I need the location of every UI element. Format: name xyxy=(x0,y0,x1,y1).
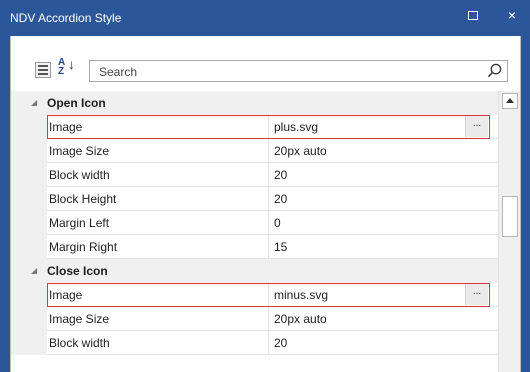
search-input[interactable]: Search xyxy=(89,60,508,82)
property-row[interactable]: Block width 20 xyxy=(11,163,498,187)
title-bar: NDV Accordion Style × xyxy=(0,0,530,36)
collapse-icon[interactable]: ◢ xyxy=(31,98,37,107)
highlight-box xyxy=(47,115,490,139)
property-value[interactable]: 20 xyxy=(274,192,287,206)
property-row[interactable]: Image Size 20px auto xyxy=(11,307,498,331)
window-title: NDV Accordion Style xyxy=(10,11,122,25)
property-panel: A Z ↓ Search ◢ Open Icon Image plus.svg … xyxy=(10,36,521,372)
property-row-close-image[interactable]: Image minus.svg ... xyxy=(11,283,498,307)
property-value[interactable]: 20px auto xyxy=(274,312,327,326)
scroll-thumb[interactable] xyxy=(502,196,518,237)
property-name: Margin Left xyxy=(49,216,110,230)
maximize-button[interactable] xyxy=(455,0,491,30)
property-row[interactable]: Block Height 20 xyxy=(11,187,498,211)
dialog-window: NDV Accordion Style × A Z ↓ Search ◢ Ope… xyxy=(0,0,530,372)
property-value[interactable]: 20 xyxy=(274,336,287,350)
property-row-open-image[interactable]: Image plus.svg ... xyxy=(11,115,498,139)
row-gutter xyxy=(11,115,47,139)
vertical-scrollbar[interactable] xyxy=(498,91,520,372)
close-icon: × xyxy=(507,7,517,23)
property-row[interactable]: Margin Left 0 xyxy=(11,211,498,235)
property-name: Image Size xyxy=(49,312,110,326)
close-button[interactable]: × xyxy=(494,0,530,30)
sort-arrow-icon: ↓ xyxy=(68,56,75,72)
sort-alphabetical-icon[interactable]: A Z ↓ xyxy=(58,56,76,80)
property-row[interactable]: Margin Right 15 xyxy=(11,235,498,259)
collapse-icon[interactable]: ◢ xyxy=(31,266,37,275)
category-label: Close Icon xyxy=(47,264,108,278)
property-grid: ◢ Open Icon Image plus.svg ... Image Siz… xyxy=(11,91,498,355)
category-open-icon[interactable]: ◢ Open Icon xyxy=(11,91,498,115)
property-name: Margin Right xyxy=(49,240,118,254)
property-name: Image Size xyxy=(49,144,110,158)
property-name: Block width xyxy=(49,168,110,182)
property-toolbar: A Z ↓ Search xyxy=(11,36,520,86)
property-row[interactable]: Image Size 20px auto xyxy=(11,139,498,163)
category-label: Open Icon xyxy=(47,96,106,110)
maximize-icon xyxy=(468,10,478,20)
search-placeholder: Search xyxy=(99,65,138,79)
category-close-icon[interactable]: ◢ Close Icon xyxy=(11,259,498,283)
categorized-view-icon[interactable] xyxy=(35,62,51,78)
property-name: Block width xyxy=(49,336,110,350)
property-value[interactable]: 0 xyxy=(274,216,281,230)
property-value[interactable]: 20 xyxy=(274,168,287,182)
property-value[interactable]: 15 xyxy=(274,240,287,254)
property-value[interactable]: 20px auto xyxy=(274,144,327,158)
highlight-box xyxy=(47,283,490,307)
search-icon[interactable] xyxy=(487,63,502,78)
scroll-up-button[interactable] xyxy=(502,93,518,109)
property-row[interactable]: Block width 20 xyxy=(11,331,498,355)
property-name: Block Height xyxy=(49,192,117,206)
